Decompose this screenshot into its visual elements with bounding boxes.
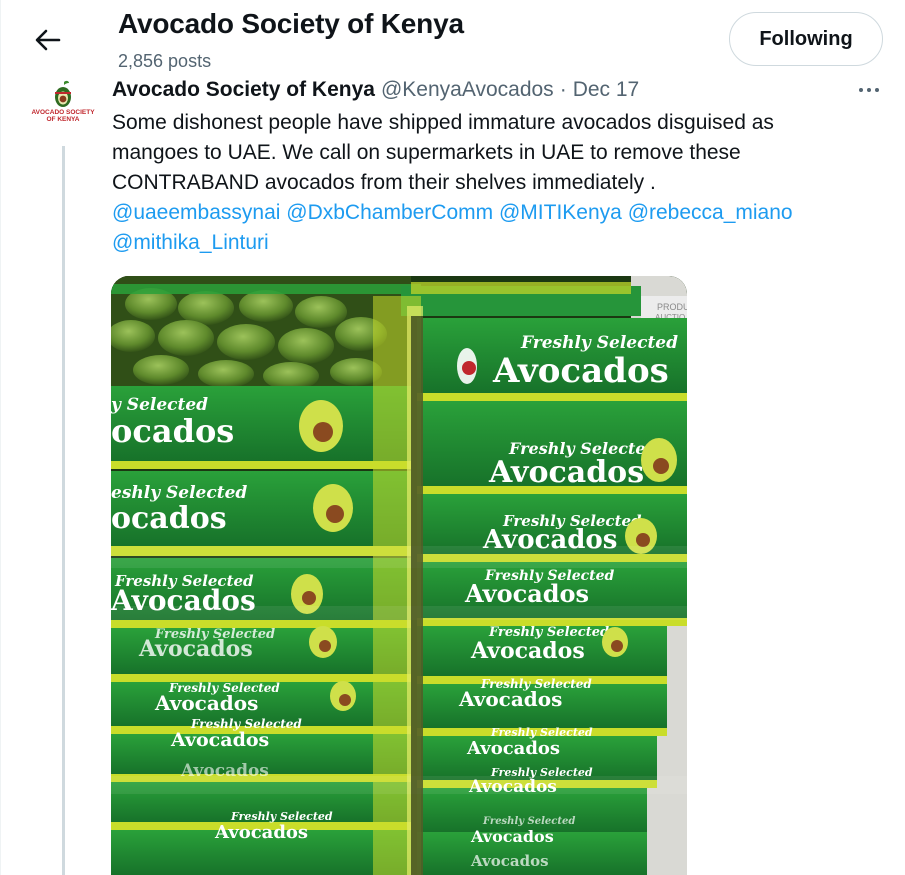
separator: ·	[559, 78, 567, 101]
mention-link[interactable]: @DxbChamberComm	[286, 201, 493, 224]
tweet-date[interactable]: Dec 17	[573, 78, 640, 102]
avocado-logo-icon	[55, 80, 71, 107]
left-divider	[0, 0, 1, 875]
arrow-left-icon	[35, 29, 61, 51]
box-label-small: Freshly Selected	[482, 816, 575, 827]
following-button[interactable]: Following	[729, 12, 883, 66]
mentions-line: @mithika_Linturi	[112, 228, 872, 258]
back-button[interactable]	[28, 22, 68, 58]
box-label-large: Avocados	[458, 687, 562, 711]
avatar-text-line-1: AVOCADO SOCIETY	[31, 109, 95, 116]
avocado-boxes-photo: PRODU AUCTIO Freshly Selected Avocados y…	[111, 276, 687, 875]
tweet-header: Avocado Society of Kenya @KenyaAvocados …	[112, 76, 639, 104]
mention-link[interactable]: @MITIKenya	[499, 201, 622, 224]
thread-line	[62, 146, 65, 875]
mention-link[interactable]: @mithika_Linturi	[112, 231, 269, 254]
box-label-large: Avocados	[470, 638, 585, 664]
profile-title: Avocado Society of Kenya	[118, 8, 464, 39]
box-label-large: Avocados	[492, 351, 669, 391]
author-name[interactable]: Avocado Society of Kenya	[112, 78, 375, 102]
mention-link[interactable]: @rebecca_miano	[628, 201, 793, 224]
tweet-text-line: CONTRABAND avocados from their shelves i…	[112, 171, 656, 194]
box-label-large: Avocados	[488, 455, 644, 490]
box-label-large: Avocados	[154, 691, 258, 715]
box-label-small: eshly Selected	[111, 483, 247, 503]
tweet-text-line: mangoes to UAE. We call on supermarkets …	[112, 141, 741, 164]
mention-link[interactable]: @uaeembassynai	[112, 201, 280, 224]
box-label-large: ocados	[111, 412, 234, 450]
avatar[interactable]: AVOCADO SOCIETY OF KENYA	[30, 76, 96, 142]
box-label-large: Avocados	[470, 852, 549, 870]
more-horizontal-icon	[859, 88, 863, 92]
tweet-photo[interactable]: PRODU AUCTIO Freshly Selected Avocados y…	[111, 276, 687, 875]
avatar-text-line-2: OF KENYA	[46, 116, 80, 123]
box-label-large: Avocados	[466, 738, 560, 759]
more-options-button[interactable]	[852, 78, 886, 102]
box-label-large: Avocados	[470, 827, 554, 846]
more-dot	[875, 88, 879, 92]
side-label: PRODU	[657, 302, 687, 312]
box-label-large: Avocados	[170, 729, 269, 751]
mentions-line: @uaeembassynai @DxbChamberComm @MITIKeny…	[112, 198, 872, 228]
tweet-text: Some dishonest people have shipped immat…	[112, 108, 872, 258]
posts-count: 2,856 posts	[118, 51, 212, 71]
box-label-large: ocados	[111, 501, 227, 536]
box-label-small: Freshly Selected	[520, 333, 678, 353]
author-handle[interactable]: @KenyaAvocados	[381, 78, 554, 102]
box-label-large: Avocados	[464, 579, 589, 608]
avatar-text: AVOCADO SOCIETY OF KENYA	[31, 109, 94, 123]
more-dot	[867, 88, 871, 92]
tweet-text-line: Some dishonest people have shipped immat…	[112, 111, 774, 134]
box-label-large: Avocados	[214, 822, 308, 843]
box-label-large: Avocados	[138, 636, 253, 662]
